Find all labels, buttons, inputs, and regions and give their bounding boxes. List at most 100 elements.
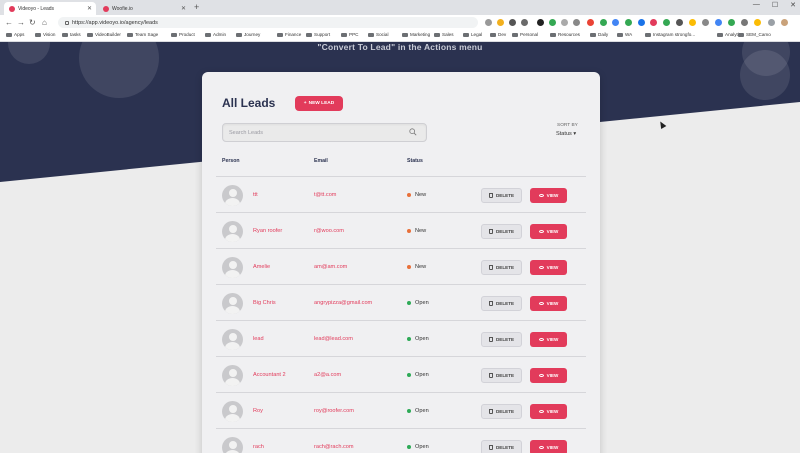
view-button[interactable]: VIEW	[530, 296, 567, 311]
extension-icon[interactable]	[638, 19, 645, 26]
extension-icon[interactable]	[537, 19, 544, 26]
bookmark-item[interactable]: PPC	[341, 32, 358, 37]
extension-icon[interactable]	[509, 19, 516, 26]
profile-avatar[interactable]	[781, 19, 788, 26]
delete-button[interactable]: DELETE	[481, 296, 522, 311]
delete-button[interactable]: DELETE	[481, 440, 522, 453]
bookmark-item[interactable]: Legal	[463, 32, 482, 37]
extension-icon[interactable]	[612, 19, 619, 26]
star-icon[interactable]	[485, 19, 492, 26]
lead-name-link[interactable]: Amelie	[253, 264, 270, 270]
extension-icon[interactable]	[754, 19, 761, 26]
delete-button[interactable]: DELETE	[481, 368, 522, 383]
folder-icon	[617, 32, 623, 37]
search-icon[interactable]	[409, 128, 417, 136]
lead-email-link[interactable]: t@tt.com	[314, 192, 336, 198]
bookmark-item[interactable]: Product	[171, 32, 195, 37]
back-icon[interactable]: ←	[5, 17, 13, 28]
new-tab-icon[interactable]: +	[194, 2, 199, 13]
view-button[interactable]: VIEW	[530, 440, 567, 453]
delete-button[interactable]: DELETE	[481, 224, 522, 239]
bookmark-item[interactable]: Journey	[236, 32, 260, 37]
extension-icon[interactable]	[650, 19, 657, 26]
lead-name-link[interactable]: ttt	[253, 192, 258, 198]
close-tab-icon[interactable]: ✕	[87, 5, 92, 12]
view-button[interactable]: VIEW	[530, 224, 567, 239]
extension-icon[interactable]	[741, 19, 748, 26]
lead-name-link[interactable]: Big Chris	[253, 300, 276, 306]
extension-icon[interactable]	[561, 19, 568, 26]
lead-email-link[interactable]: lead@lead.com	[314, 336, 353, 342]
delete-button[interactable]: DELETE	[481, 404, 522, 419]
extension-icon[interactable]	[676, 19, 683, 26]
bookmark-item[interactable]: Sales	[434, 32, 454, 37]
lead-email-link[interactable]: rach@rach.com	[314, 444, 354, 450]
new-lead-button[interactable]: + NEW LEAD	[295, 96, 343, 111]
lead-email-link[interactable]: a2@a.com	[314, 372, 341, 378]
bookmark-item[interactable]: VideoBuilder	[87, 32, 121, 37]
bookmark-item[interactable]: Instagram strongfo...	[645, 32, 695, 37]
extension-icon[interactable]	[600, 19, 607, 26]
view-button[interactable]: VIEW	[530, 188, 567, 203]
bookmark-item[interactable]: Vision	[35, 32, 55, 37]
bookmark-item[interactable]: WA	[617, 32, 632, 37]
view-button[interactable]: VIEW	[530, 332, 567, 347]
close-window-icon[interactable]: ✕	[790, 1, 796, 9]
folder-icon	[277, 32, 283, 37]
lead-email-link[interactable]: angrypizza@gmail.com	[314, 300, 372, 306]
sort-select[interactable]: Status ▾	[556, 131, 576, 137]
delete-button[interactable]: DELETE	[481, 188, 522, 203]
bookmark-item[interactable]: Support	[306, 32, 330, 37]
extension-icon[interactable]	[702, 19, 709, 26]
home-icon[interactable]: ⌂	[42, 17, 47, 28]
view-button[interactable]: VIEW	[530, 368, 567, 383]
lead-email-link[interactable]: am@am.com	[314, 264, 347, 270]
eye-icon	[538, 266, 544, 269]
lead-name-link[interactable]: lead	[253, 336, 264, 342]
search-input[interactable]	[229, 128, 399, 138]
lead-name-link[interactable]: Ryan roofer	[253, 228, 282, 234]
view-button[interactable]: VIEW	[530, 260, 567, 275]
extension-icon[interactable]	[497, 19, 504, 26]
browser-tab[interactable]: Woofie.io ✕	[98, 2, 190, 15]
address-bar[interactable]: https://app.videoyo.io/agency/leads	[58, 17, 478, 28]
extension-icon[interactable]	[663, 19, 670, 26]
bookmark-item[interactable]: SEM_Camo	[738, 32, 771, 37]
bookmark-item[interactable]: Dev	[490, 32, 506, 37]
extension-icon[interactable]	[587, 19, 594, 26]
extension-icon[interactable]	[573, 19, 580, 26]
browser-tab-active[interactable]: Videoyo - Leads ✕	[4, 2, 96, 15]
extension-icon[interactable]	[715, 19, 722, 26]
bookmark-item[interactable]: Apps	[6, 32, 24, 37]
bookmark-item[interactable]: Personal	[512, 32, 538, 37]
maximize-icon[interactable]: ☐	[772, 1, 778, 9]
forward-icon[interactable]: →	[17, 17, 25, 28]
close-tab-icon[interactable]: ✕	[181, 5, 186, 12]
extension-icon[interactable]	[549, 19, 556, 26]
delete-button[interactable]: DELETE	[481, 332, 522, 347]
view-button[interactable]: VIEW	[530, 404, 567, 419]
lead-name-link[interactable]: Accountant 2	[253, 372, 286, 378]
extension-icon[interactable]	[625, 19, 632, 26]
minimize-icon[interactable]: —	[753, 1, 760, 9]
extension-icon[interactable]	[521, 19, 528, 26]
bookmark-item[interactable]: Admin	[205, 32, 226, 37]
delete-button[interactable]: DELETE	[481, 260, 522, 275]
extension-icon[interactable]	[689, 19, 696, 26]
bookmark-item[interactable]: Resources	[550, 32, 580, 37]
reload-icon[interactable]: ↻	[29, 17, 36, 28]
bookmark-item[interactable]: tasks	[62, 32, 81, 37]
bookmark-item[interactable]: Finance	[277, 32, 301, 37]
bookmark-item[interactable]: Team Sage	[127, 32, 158, 37]
lead-name-link[interactable]: Roy	[253, 408, 263, 414]
lead-email-link[interactable]: r@woo.com	[314, 228, 344, 234]
bookmark-item[interactable]: Marketing	[402, 32, 430, 37]
bookmark-item[interactable]: Daily	[590, 32, 608, 37]
puzzle-icon[interactable]	[768, 19, 775, 26]
extension-icon[interactable]	[728, 19, 735, 26]
lock-icon	[65, 20, 69, 25]
bookmark-item[interactable]: Social	[368, 32, 389, 37]
favicon-icon	[103, 5, 109, 12]
lead-email-link[interactable]: roy@roofer.com	[314, 408, 354, 414]
lead-name-link[interactable]: rach	[253, 444, 264, 450]
